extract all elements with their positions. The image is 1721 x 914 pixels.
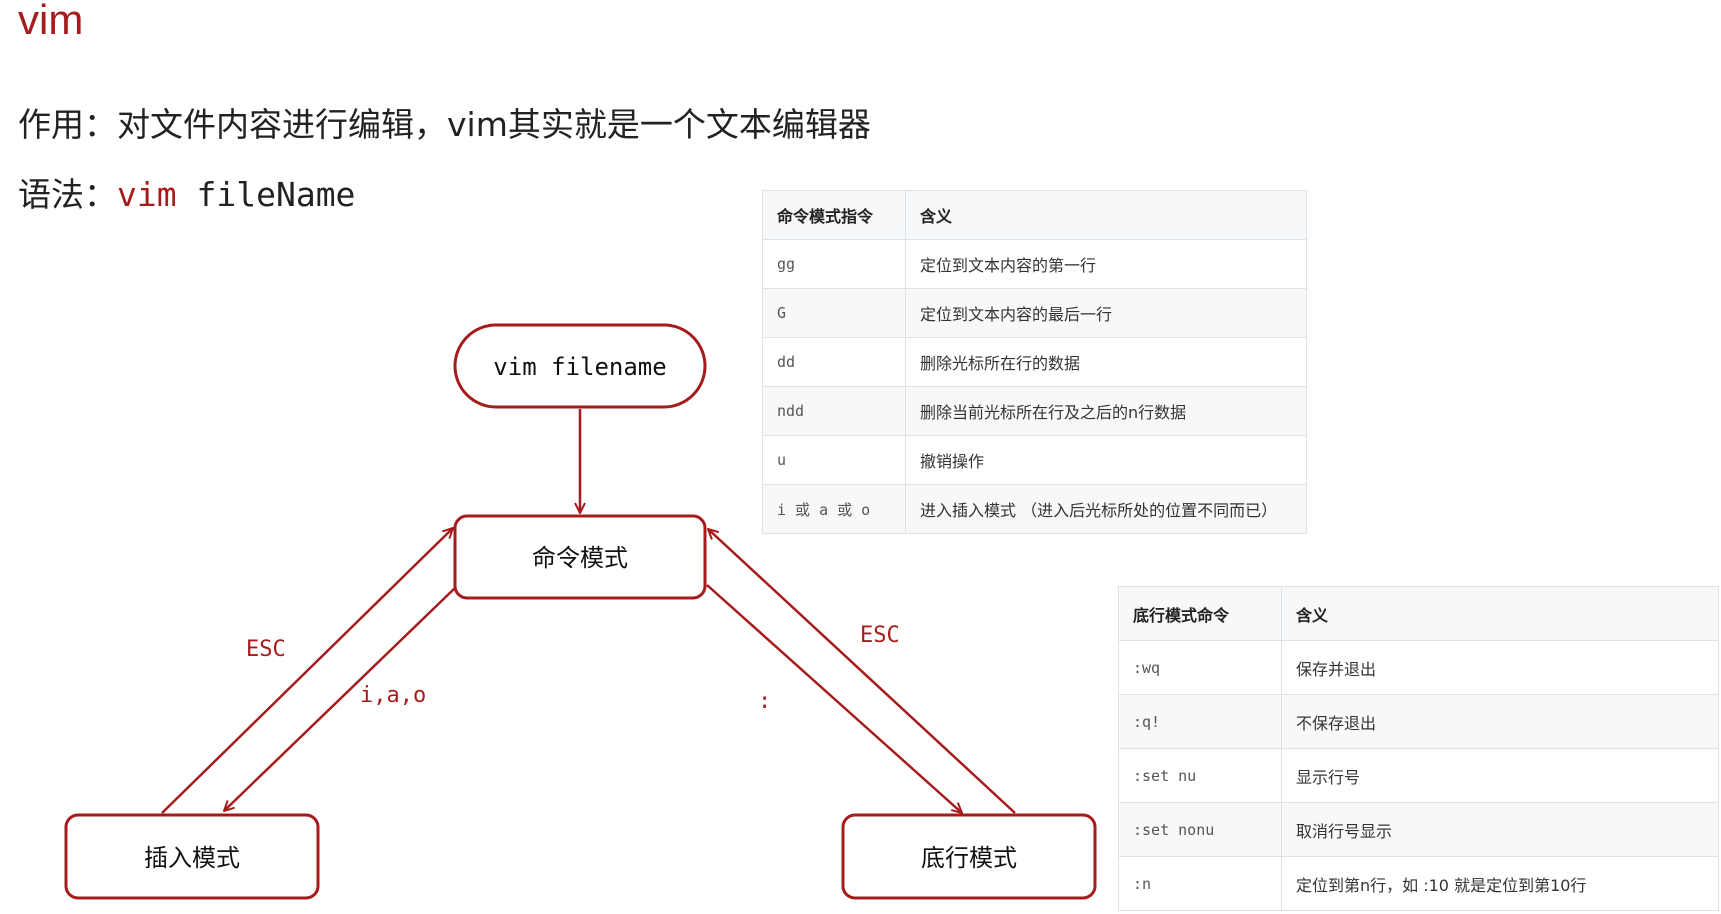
- table-row: gg 定位到文本内容的第一行: [762, 239, 1307, 289]
- bottom-command-meaning: 取消行号显示: [1281, 802, 1719, 857]
- table-header-row: 底行模式命令 含义: [1118, 586, 1719, 641]
- node-start-label: vim filename: [493, 353, 666, 381]
- bottom-command-meaning: 显示行号: [1281, 748, 1719, 803]
- bottom-command-key: :wq: [1118, 640, 1282, 695]
- table-row: :set nu 显示行号: [1118, 748, 1719, 803]
- command-mode-table: 命令模式指令 含义 gg 定位到文本内容的第一行 G 定位到文本内容的最后一行 …: [762, 190, 1307, 534]
- command-key: u: [762, 435, 906, 485]
- command-meaning: 删除当前光标所在行及之后的n行数据: [905, 386, 1307, 436]
- bottom-command-key: :q!: [1118, 694, 1282, 749]
- bottom-command-key: :n: [1118, 856, 1282, 911]
- command-header-meaning: 含义: [905, 190, 1307, 240]
- table-row: :n 定位到第n行，如 :10 就是定位到第10行: [1118, 856, 1719, 911]
- edge-label-bottom-esc: ESC: [860, 623, 900, 648]
- table-row: :set nonu 取消行号显示: [1118, 802, 1719, 857]
- table-row: u 撤销操作: [762, 435, 1307, 485]
- table-row: i 或 a 或 o 进入插入模式 （进入后光标所处的位置不同而已）: [762, 484, 1307, 534]
- edge-label-colon: :: [758, 689, 771, 714]
- command-meaning: 定位到文本内容的最后一行: [905, 288, 1307, 338]
- bottom-header-command: 底行模式命令: [1118, 586, 1282, 641]
- bottom-command-key: :set nu: [1118, 748, 1282, 803]
- command-key: i 或 a 或 o: [762, 484, 906, 534]
- table-row: :wq 保存并退出: [1118, 640, 1719, 695]
- edge-insert-to-command: [161, 528, 453, 814]
- command-meaning: 定位到文本内容的第一行: [905, 239, 1307, 289]
- edge-label-insert-esc: ESC: [246, 637, 286, 662]
- bottom-mode-table: 底行模式命令 含义 :wq 保存并退出 :q! 不保存退出 :set nu 显示…: [1118, 586, 1719, 911]
- node-bottom-mode-label: 底行模式: [921, 844, 1017, 872]
- command-meaning: 撤销操作: [905, 435, 1307, 485]
- command-key: dd: [762, 337, 906, 387]
- table-row: :q! 不保存退出: [1118, 694, 1719, 749]
- command-key: G: [762, 288, 906, 338]
- command-key: ndd: [762, 386, 906, 436]
- edge-label-iao: i,a,o: [360, 683, 426, 708]
- command-header-instruction: 命令模式指令: [762, 190, 906, 240]
- bottom-command-key: :set nonu: [1118, 802, 1282, 857]
- table-row: G 定位到文本内容的最后一行: [762, 288, 1307, 338]
- node-insert-mode-label: 插入模式: [144, 844, 240, 872]
- table-row: dd 删除光标所在行的数据: [762, 337, 1307, 387]
- command-key: gg: [762, 239, 906, 289]
- edge-bottom-to-command: [708, 529, 1016, 814]
- bottom-header-meaning: 含义: [1281, 586, 1719, 641]
- bottom-command-meaning: 保存并退出: [1281, 640, 1719, 695]
- table-row: ndd 删除当前光标所在行及之后的n行数据: [762, 386, 1307, 436]
- bottom-command-meaning: 不保存退出: [1281, 694, 1719, 749]
- command-meaning: 删除光标所在行的数据: [905, 337, 1307, 387]
- node-command-mode-label: 命令模式: [532, 544, 628, 572]
- edge-command-to-bottom: [706, 584, 962, 813]
- table-header-row: 命令模式指令 含义: [762, 190, 1307, 240]
- bottom-command-meaning: 定位到第n行，如 :10 就是定位到第10行: [1281, 856, 1719, 911]
- command-meaning: 进入插入模式 （进入后光标所处的位置不同而已）: [905, 484, 1307, 534]
